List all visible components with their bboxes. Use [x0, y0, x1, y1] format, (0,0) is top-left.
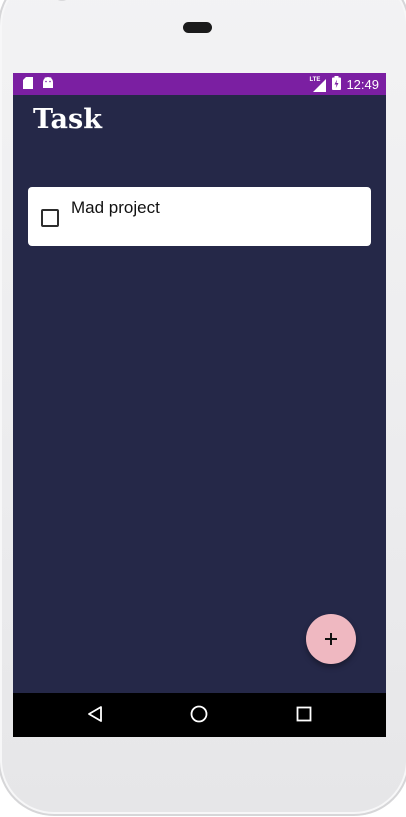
- add-task-button[interactable]: [306, 614, 356, 664]
- android-icon: [42, 77, 54, 92]
- back-icon[interactable]: [87, 705, 103, 728]
- page-title: Task: [33, 104, 102, 135]
- status-system-icons: LTE 12:49: [309, 76, 379, 93]
- device-screen: LTE 12:49 Task Mad project: [13, 73, 386, 737]
- status-clock: 12:49: [346, 77, 379, 92]
- status-bar: LTE 12:49: [13, 73, 386, 95]
- sd-card-icon: [23, 77, 33, 92]
- battery-charging-icon: [332, 76, 342, 93]
- task-label: Mad project: [71, 198, 160, 217]
- plus-icon: [325, 633, 337, 645]
- signal-icon: LTE: [309, 76, 327, 92]
- earpiece-slot: [183, 22, 212, 33]
- status-notification-icons: [23, 77, 54, 92]
- recents-icon[interactable]: [296, 705, 312, 728]
- task-list-item[interactable]: Mad project: [28, 187, 371, 246]
- task-checkbox[interactable]: [41, 209, 59, 227]
- navigation-bar: [13, 693, 386, 737]
- network-type-label: LTE: [309, 76, 321, 83]
- home-icon[interactable]: [190, 705, 208, 728]
